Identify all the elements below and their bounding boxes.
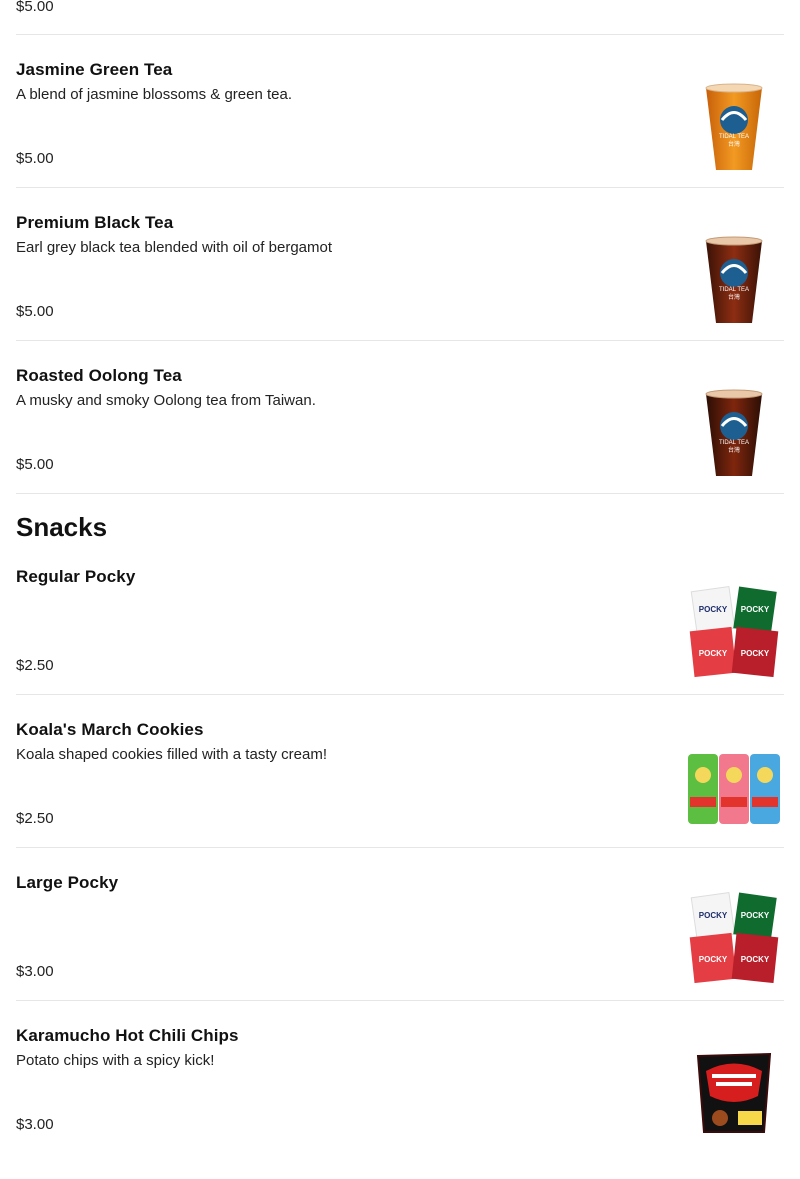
divider (16, 493, 784, 494)
divider (16, 340, 784, 341)
cup-brand-text: TIDAL TEA (719, 287, 749, 293)
cup-brand-cn-text: 台灣 (728, 293, 740, 301)
koala-march-boxes-image (688, 754, 780, 824)
item-price: $3.00 (16, 1116, 54, 1133)
item-name: Regular Pocky (16, 567, 136, 586)
pocky-boxes-image: POCKY POCKY POCKY POCKY (689, 585, 779, 677)
item-price: $3.00 (16, 963, 54, 980)
chips-bag-image (696, 1052, 772, 1133)
pocky-label: POCKY (699, 649, 728, 658)
divider (16, 847, 784, 848)
item-price: $5.00 (16, 303, 54, 320)
tea-cup-image: TIDAL TEA 台灣 (705, 389, 763, 476)
item-name: Karamucho Hot Chili Chips (16, 1026, 239, 1045)
pocky-label: POCKY (699, 911, 728, 920)
item-description: Earl grey black tea blended with oil of … (16, 239, 333, 256)
menu-item-karamucho-hot-chili-chips[interactable]: Karamucho Hot Chili Chips Potato chips w… (16, 1026, 784, 1179)
section-title-snacks: Snacks (16, 512, 108, 542)
item-name: Large Pocky (16, 873, 119, 892)
cup-brand-text: TIDAL TEA (719, 134, 749, 140)
pocky-boxes-image: POCKY POCKY POCKY POCKY (689, 891, 779, 983)
menu-item-koalas-march-cookies[interactable]: Koala's March Cookies Koala shaped cooki… (16, 720, 784, 873)
pocky-label: POCKY (699, 955, 728, 964)
pocky-label: POCKY (741, 649, 770, 658)
item-description: Koala shaped cookies filled with a tasty… (16, 746, 327, 763)
item-price: $2.50 (16, 810, 54, 827)
item-price: $2.50 (16, 657, 54, 674)
pocky-label: POCKY (741, 605, 770, 614)
item-description: A blend of jasmine blossoms & green tea. (16, 86, 292, 103)
tea-cup-image: TIDAL TEA 台灣 (705, 236, 763, 323)
item-name: Premium Black Tea (16, 213, 174, 232)
item-name: Jasmine Green Tea (16, 60, 173, 79)
divider (16, 187, 784, 188)
cup-brand-text: TIDAL TEA (719, 440, 749, 446)
divider (16, 1000, 784, 1001)
menu-item-jasmine-green-tea[interactable]: Jasmine Green Tea A blend of jasmine blo… (16, 60, 784, 213)
menu-item-roasted-oolong-tea[interactable]: Roasted Oolong Tea A musky and smoky Ool… (16, 366, 784, 519)
item-name: Koala's March Cookies (16, 720, 204, 739)
pocky-label: POCKY (741, 955, 770, 964)
menu-item-premium-black-tea[interactable]: Premium Black Tea Earl grey black tea bl… (16, 213, 784, 366)
item-description: Potato chips with a spicy kick! (16, 1052, 215, 1069)
item-price: $5.00 (16, 150, 54, 167)
pocky-label: POCKY (741, 911, 770, 920)
item-price: $5.00 (16, 456, 54, 473)
cup-brand-cn-text: 台灣 (728, 446, 740, 454)
cup-brand-cn-text: 台灣 (728, 140, 740, 148)
menu-item-regular-pocky[interactable]: Regular Pocky $2.50 POCKY POCKY POCKY PO… (16, 567, 784, 720)
divider (16, 34, 784, 35)
item-price: $5.00 (16, 0, 54, 15)
item-name: Roasted Oolong Tea (16, 366, 182, 385)
item-description: A musky and smoky Oolong tea from Taiwan… (16, 392, 316, 409)
tea-cup-image: TIDAL TEA 台灣 (705, 83, 763, 170)
pocky-label: POCKY (699, 605, 728, 614)
divider (16, 694, 784, 695)
menu-item-large-pocky[interactable]: Large Pocky $3.00 POCKY POCKY POCKY POCK… (16, 873, 784, 1026)
